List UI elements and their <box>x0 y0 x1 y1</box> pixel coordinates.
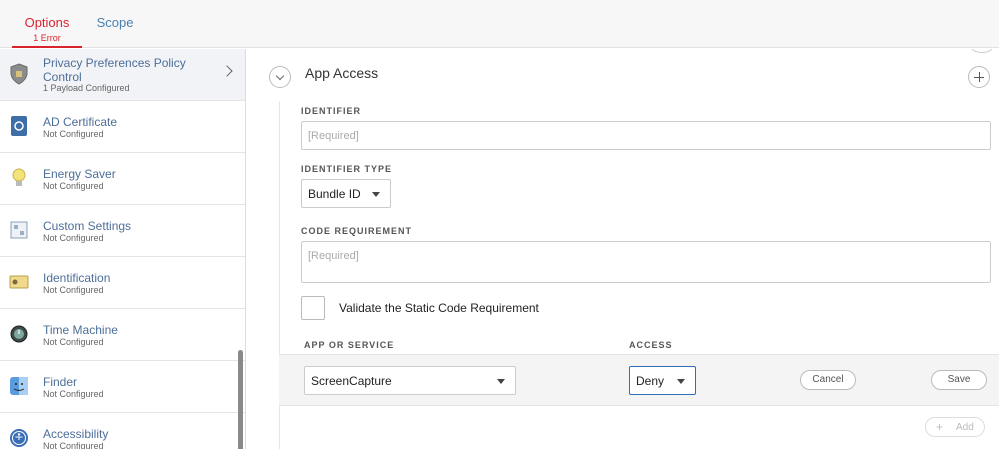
code-requirement-input[interactable]: [Required] <box>301 241 991 283</box>
time-machine-icon <box>10 325 28 343</box>
sidebar-item-title: AD Certificate <box>43 115 118 129</box>
sidebar-item-title: Time Machine <box>43 323 118 337</box>
sidebar-item-status: 1 Payload Configured <box>43 83 130 93</box>
app-or-service-header: APP OR SERVICE <box>304 340 395 350</box>
save-button[interactable]: Save <box>931 370 987 390</box>
sidebar-item-status: Not Configured <box>43 441 104 449</box>
cancel-button[interactable]: Cancel <box>800 370 856 390</box>
sidebar-item-title: Finder <box>43 375 78 389</box>
finder-icon <box>10 377 28 395</box>
caret-down-icon <box>677 379 685 384</box>
validate-label: Validate the Static Code Requirement <box>339 301 539 315</box>
sidebar-item-status: Not Configured <box>43 285 104 295</box>
certificate-icon <box>11 116 27 136</box>
app-or-service-value: ScreenCapture <box>311 374 392 388</box>
sidebar-item-custom-settings[interactable]: Custom Settings Not Configured <box>0 205 245 257</box>
validate-checkbox[interactable] <box>301 296 325 320</box>
shield-icon <box>10 63 28 85</box>
sidebar-item-status: Not Configured <box>43 233 104 243</box>
top-tab-bar: Options 1 Error Scope <box>0 0 999 48</box>
previous-section-button[interactable] <box>971 49 993 53</box>
custom-settings-icon <box>10 221 28 239</box>
chevron-right-icon <box>221 65 233 77</box>
sidebar-item-time-machine[interactable]: Time Machine Not Configured <box>0 309 245 361</box>
accessibility-icon <box>10 429 28 447</box>
sidebar-item-status: Not Configured <box>43 389 104 399</box>
caret-down-icon <box>372 192 380 197</box>
identifier-type-label: IDENTIFIER TYPE <box>301 164 393 174</box>
sidebar-scrollbar[interactable] <box>238 350 243 449</box>
access-select[interactable]: Deny <box>629 366 696 395</box>
access-header: ACCESS <box>629 340 673 350</box>
sidebar-item-title: Accessibility <box>43 427 109 441</box>
access-value: Deny <box>636 374 665 388</box>
sidebar-item-title: Privacy Preferences Policy Control <box>43 56 186 84</box>
add-section-button[interactable] <box>968 66 990 88</box>
sidebar-item-status: Not Configured <box>43 129 104 139</box>
sidebar-item-finder[interactable]: Finder Not Configured <box>0 361 245 413</box>
main-panel: App Access IDENTIFIER [Required] IDENTIF… <box>247 49 999 449</box>
lightbulb-icon <box>12 168 26 186</box>
tab-scope-label: Scope <box>96 15 134 30</box>
sidebar-item-identification[interactable]: Identification Not Configured <box>0 257 245 309</box>
sidebar-item-title: Identification <box>43 271 111 285</box>
sidebar-item-energy-saver[interactable]: Energy Saver Not Configured <box>0 153 245 205</box>
identifier-type-select[interactable]: Bundle ID <box>301 179 391 208</box>
tab-scope[interactable]: Scope <box>92 0 138 48</box>
plus-icon: + <box>936 420 944 434</box>
caret-down-icon <box>497 379 505 384</box>
add-button[interactable]: + Add <box>925 417 985 437</box>
app-access-row: ScreenCapture Deny Cancel Save <box>279 354 999 406</box>
tab-options[interactable]: Options 1 Error <box>12 0 82 48</box>
tab-options-label: Options <box>24 15 70 30</box>
tab-options-error-count: 1 Error <box>33 33 61 43</box>
sidebar-item-status: Not Configured <box>43 337 104 347</box>
app-or-service-select[interactable]: ScreenCapture <box>304 366 516 395</box>
identifier-input[interactable]: [Required] <box>301 121 991 150</box>
identifier-type-value: Bundle ID <box>308 187 361 201</box>
add-button-label: Add <box>956 422 974 433</box>
sidebar-item-accessibility[interactable]: Accessibility Not Configured <box>0 413 245 449</box>
section-title: App Access <box>305 65 379 81</box>
collapse-section-button[interactable] <box>269 66 291 88</box>
id-card-icon <box>9 275 29 289</box>
sidebar-item-ad-certificate[interactable]: AD Certificate Not Configured <box>0 101 245 153</box>
code-requirement-label: CODE REQUIREMENT <box>301 226 413 236</box>
sidebar-item-title: Energy Saver <box>43 167 116 181</box>
sidebar-item-title: Custom Settings <box>43 219 132 233</box>
identifier-label: IDENTIFIER <box>301 106 362 116</box>
payload-sidebar: Privacy Preferences Policy Control 1 Pay… <box>0 49 246 449</box>
sidebar-item-status: Not Configured <box>43 181 104 191</box>
sidebar-item-privacy-preferences[interactable]: Privacy Preferences Policy Control 1 Pay… <box>0 49 245 101</box>
